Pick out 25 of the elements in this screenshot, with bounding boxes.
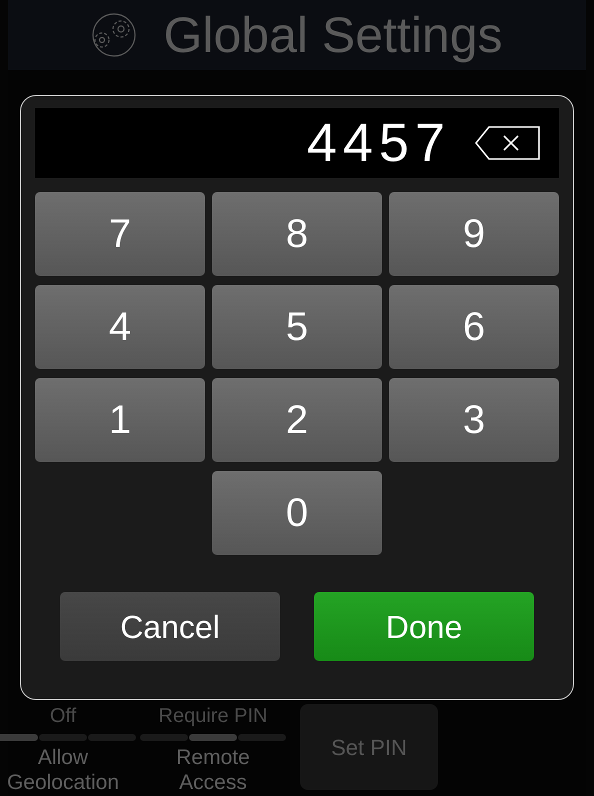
keypad-key[interactable]: 2 <box>212 378 382 462</box>
page-title: Global Settings <box>163 10 503 60</box>
keypad-key[interactable]: 4 <box>35 285 205 369</box>
slider-segment[interactable] <box>39 734 87 741</box>
slider-segment[interactable] <box>140 734 188 741</box>
keypad-key[interactable]: 5 <box>212 285 382 369</box>
done-button[interactable]: Done <box>314 592 534 661</box>
slider-segment[interactable] <box>238 734 286 741</box>
keypad-key[interactable]: 7 <box>35 192 205 276</box>
keypad-key[interactable]: 0 <box>212 471 382 555</box>
globe-gear-icon <box>91 12 138 58</box>
pin-value: 4457 <box>306 116 451 170</box>
slider-segment[interactable] <box>189 734 237 741</box>
setting-label: Allow Geolocation <box>6 745 120 795</box>
slider-segment[interactable] <box>0 734 38 741</box>
keypad-key[interactable]: 6 <box>389 285 559 369</box>
keypad-key[interactable]: 9 <box>389 192 559 276</box>
backspace-icon[interactable] <box>475 126 541 160</box>
setting-label: Remote Access <box>175 745 251 795</box>
keypad-key[interactable]: 1 <box>35 378 205 462</box>
keypad-key[interactable]: 3 <box>389 378 559 462</box>
keypad-key[interactable]: 8 <box>212 192 382 276</box>
setting-value: Off <box>50 704 76 728</box>
cancel-button[interactable]: Cancel <box>60 592 280 661</box>
setting-value: Require PIN <box>158 704 268 728</box>
